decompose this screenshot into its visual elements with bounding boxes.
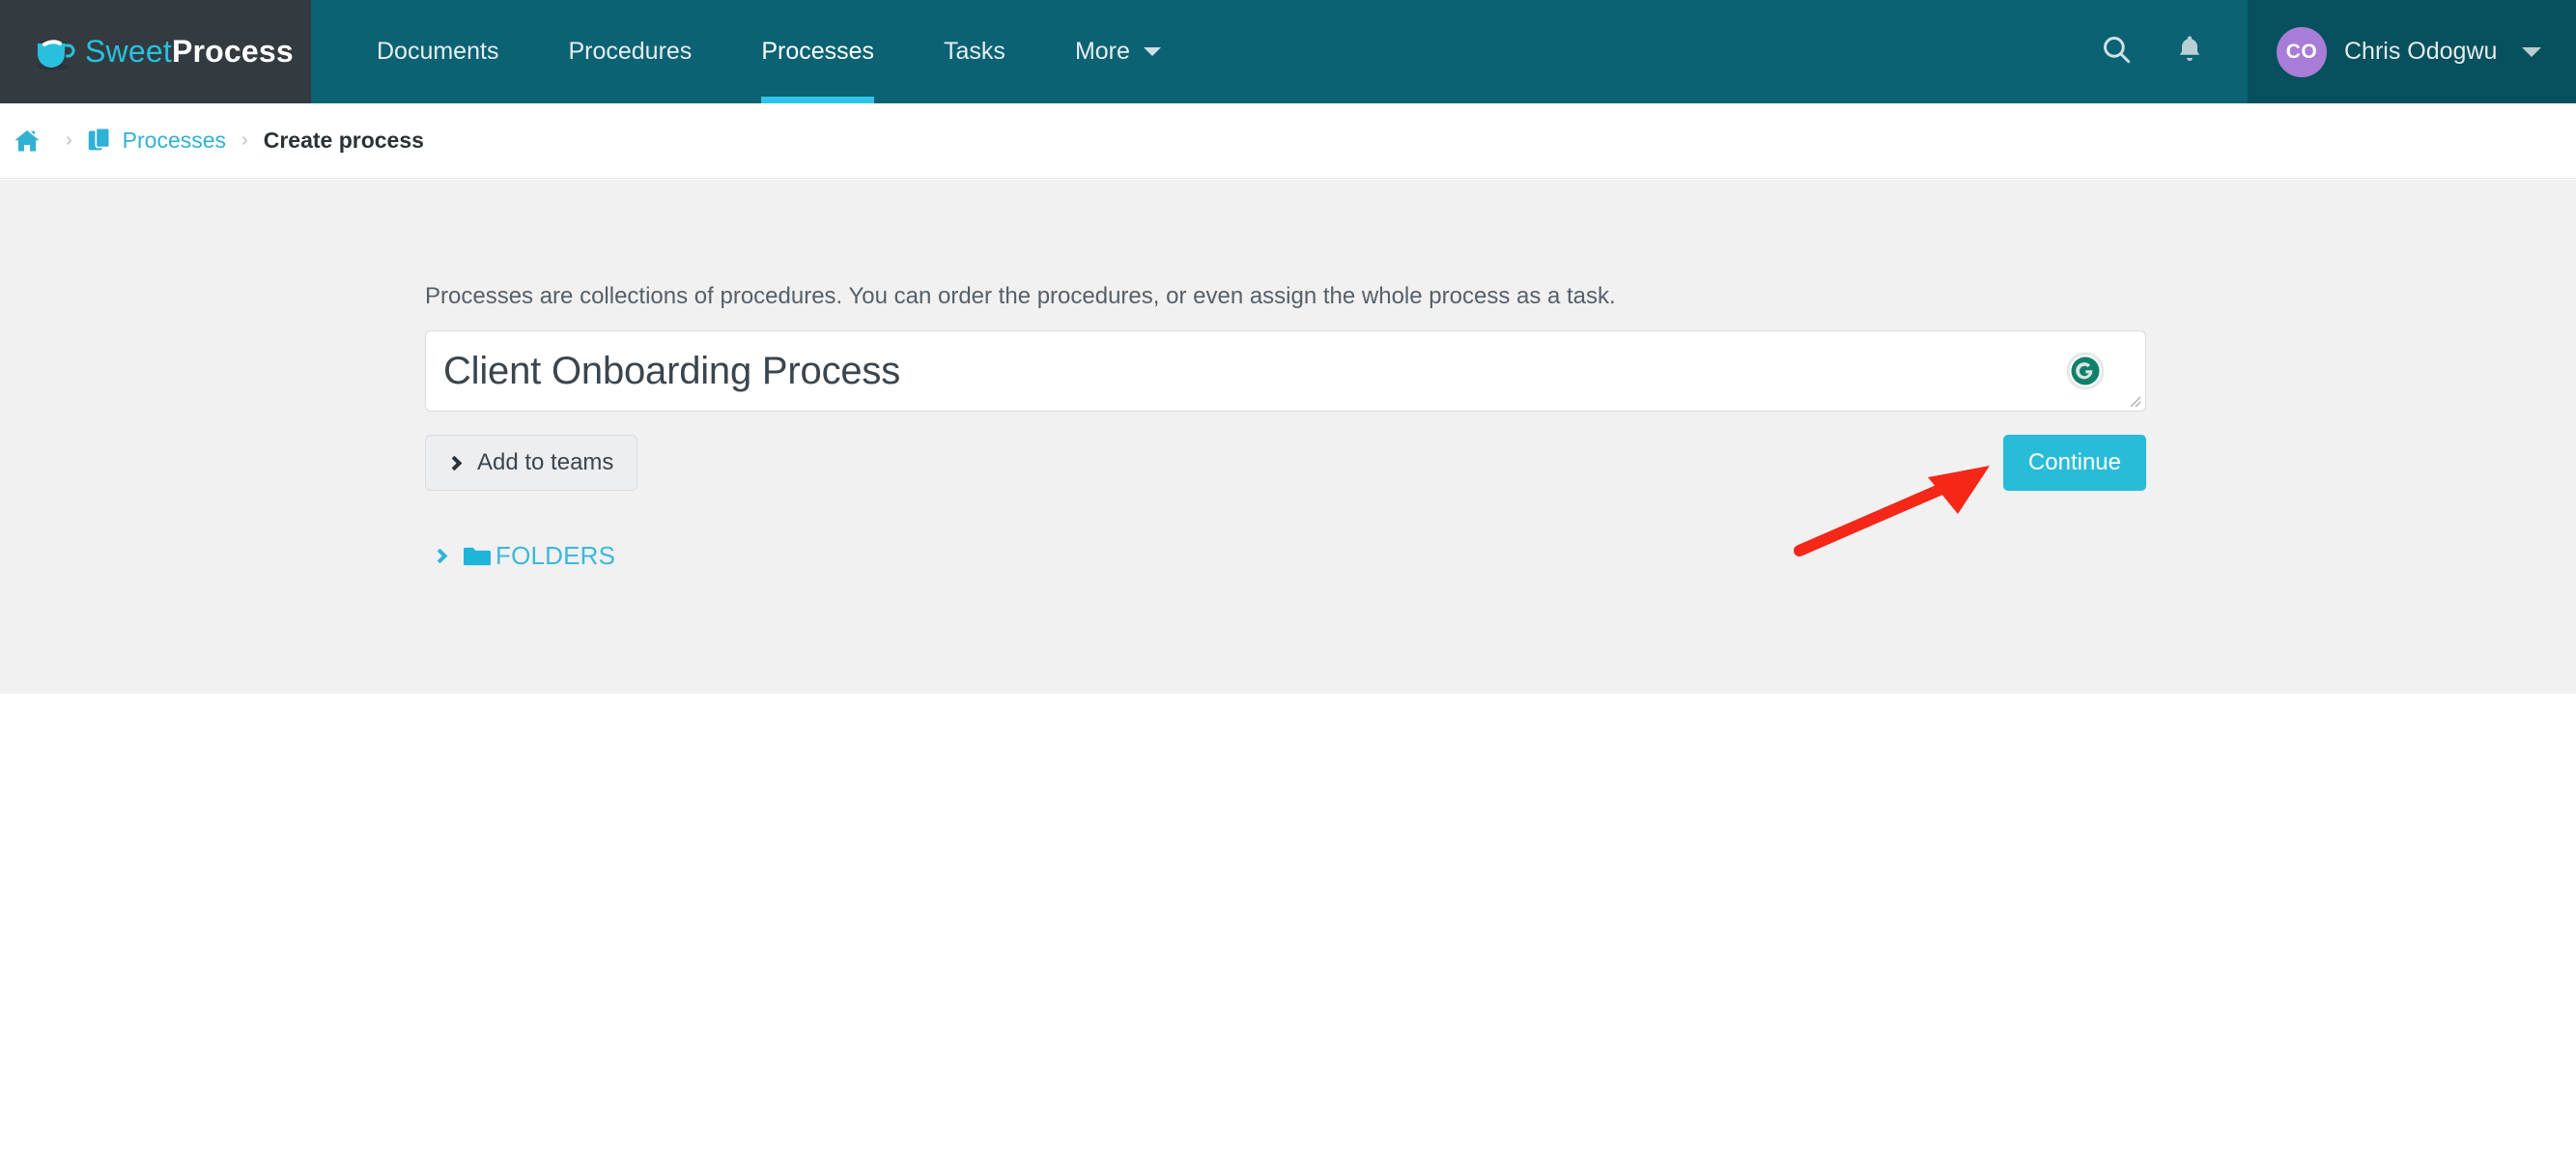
coffee-cup-icon xyxy=(35,33,75,71)
search-button[interactable] xyxy=(2080,0,2153,103)
logo-text-sweet: Sweet xyxy=(85,34,172,69)
breadcrumb-current-label: Create process xyxy=(263,128,424,153)
breadcrumb-processes[interactable]: Processes xyxy=(88,127,227,155)
top-navigation-bar: SweetProcess Documents Procedures Proces… xyxy=(0,0,2576,103)
chevron-right-icon xyxy=(432,549,448,564)
grammarly-icon[interactable] xyxy=(2066,352,2105,390)
add-to-teams-label: Add to teams xyxy=(477,449,614,476)
logo-text-process: Process xyxy=(171,34,294,69)
logo-wordmark: SweetProcess xyxy=(85,34,294,70)
continue-button[interactable]: Continue xyxy=(2002,435,2146,492)
nav-label-procedures: Procedures xyxy=(568,38,693,65)
breadcrumb: › Processes › Create process xyxy=(0,103,2576,179)
create-process-form: Processes are collections of procedures.… xyxy=(425,180,2146,571)
primary-nav-items: Documents Procedures Processes Tasks Mor… xyxy=(311,0,2080,103)
notifications-button[interactable] xyxy=(2153,0,2226,103)
documents-stack-icon xyxy=(88,127,113,155)
chevron-right-icon xyxy=(446,455,463,471)
folders-label: FOLDERS xyxy=(495,541,616,571)
nav-item-processes[interactable]: Processes xyxy=(726,0,909,103)
breadcrumb-processes-label: Processes xyxy=(122,128,227,153)
nav-label-processes: Processes xyxy=(761,38,875,65)
form-actions: Add to teams Continue xyxy=(425,435,2146,492)
resize-grip-icon[interactable] xyxy=(2126,392,2141,408)
nav-right-cluster: CO Chris Odogwu xyxy=(2080,0,2576,103)
form-description: Processes are collections of procedures.… xyxy=(425,283,1616,309)
breadcrumb-separator-2: › xyxy=(241,129,248,151)
nav-item-documents[interactable]: Documents xyxy=(342,0,533,103)
chevron-down-icon xyxy=(1143,47,1161,56)
avatar: CO xyxy=(2277,26,2327,77)
content-panel: Processes are collections of procedures.… xyxy=(0,180,2576,694)
avatar-initials: CO xyxy=(2285,40,2318,63)
nav-label-tasks: Tasks xyxy=(944,38,1005,65)
nav-item-tasks[interactable]: Tasks xyxy=(909,0,1040,103)
logo[interactable]: SweetProcess xyxy=(0,0,311,103)
nav-item-procedures[interactable]: Procedures xyxy=(533,0,726,103)
process-name-input[interactable]: Client Onboarding Process xyxy=(425,330,2146,413)
breadcrumb-current: Create process xyxy=(264,128,424,154)
search-icon xyxy=(2100,33,2133,71)
nav-label-documents: Documents xyxy=(377,38,499,65)
process-name-value: Client Onboarding Process xyxy=(443,349,901,392)
nav-item-more[interactable]: More xyxy=(1040,0,1196,103)
home-icon xyxy=(14,128,41,154)
breadcrumb-home[interactable] xyxy=(14,128,50,154)
folder-icon xyxy=(463,545,492,568)
chevron-down-icon xyxy=(2522,46,2542,57)
bell-icon xyxy=(2175,34,2204,70)
user-menu[interactable]: CO Chris Odogwu xyxy=(2248,0,2576,103)
breadcrumb-separator: › xyxy=(66,129,72,151)
add-to-teams-button[interactable]: Add to teams xyxy=(425,435,638,492)
folders-toggle[interactable]: FOLDERS xyxy=(425,541,615,571)
nav-label-more: More xyxy=(1074,38,1130,65)
user-name: Chris Odogwu xyxy=(2344,38,2498,65)
